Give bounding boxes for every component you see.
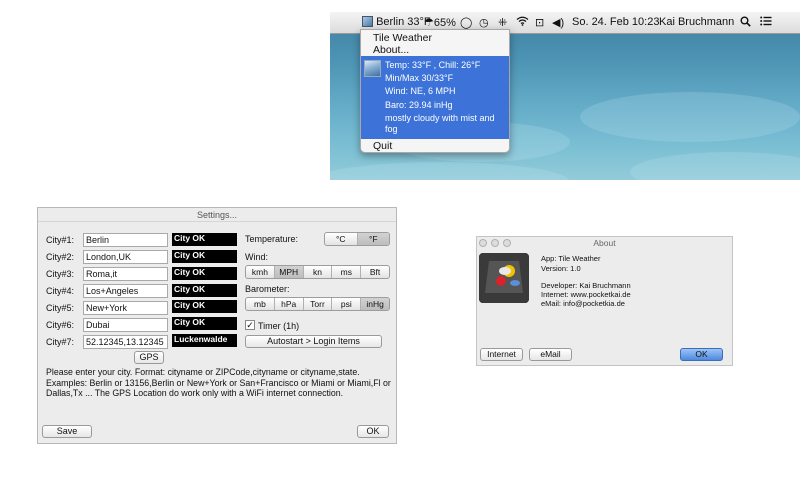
city7-input[interactable]: 52.12345,13.12345 <box>83 335 168 349</box>
about-app-name: App: Tile Weather <box>541 254 601 263</box>
umbrella-icon: ☂ <box>424 17 434 29</box>
about-title: About <box>593 238 616 248</box>
condition-info: mostly cloudy with mist and fog <box>385 113 495 134</box>
city2-status: City OK <box>172 250 237 263</box>
city1-status: City OK <box>172 233 237 246</box>
city5-input[interactable]: New+York <box>83 301 168 315</box>
min-max-info: Min/Max 30/33°F <box>385 73 454 83</box>
about-ok-button[interactable]: OK <box>680 348 723 361</box>
city2-label: City#2: <box>46 252 75 262</box>
about-internet: Internet: www.pocketkai.de <box>541 290 631 299</box>
weather-thumbnail-icon <box>362 16 373 27</box>
notification-center-icon[interactable] <box>760 16 772 29</box>
menu-item-quit[interactable]: Quit <box>373 140 392 152</box>
baro-hpa[interactable]: hPa <box>275 298 304 310</box>
about-window: About App: Tile Weather Version: 1.0 Dev… <box>476 236 733 366</box>
time-machine-icon[interactable]: ◷ <box>479 16 489 29</box>
city4-input[interactable]: Los+Angeles <box>83 284 168 298</box>
about-version: Version: 1.0 <box>541 264 581 273</box>
baro-info: Baro: 29.94 inHg <box>385 100 453 110</box>
menu-item-tile-weather[interactable]: Tile Weather <box>373 32 432 44</box>
city6-input[interactable]: Dubai <box>83 318 168 332</box>
weather-dropdown-menu: Tile Weather About... Temp: 33°F , Chill… <box>360 29 510 153</box>
unit-celsius[interactable]: °C <box>325 233 358 245</box>
wind-ms[interactable]: ms <box>332 266 362 278</box>
temperature-unit-control: °C °F <box>324 232 390 246</box>
city1-input[interactable]: Berlin <box>83 233 168 247</box>
city3-label: City#3: <box>46 269 75 279</box>
weather-details-highlight[interactable]: Temp: 33°F , Chill: 26°F Min/Max 30/33°F… <box>361 56 509 139</box>
spotlight-search-icon[interactable] <box>740 16 751 30</box>
city6-label: City#6: <box>46 320 75 330</box>
app-icon <box>479 253 529 303</box>
wind-kmh[interactable]: kmh <box>246 266 275 278</box>
zoom-window-icon[interactable] <box>503 239 511 247</box>
timer-label: Timer (1h) <box>258 321 300 331</box>
city2-input[interactable]: London,UK <box>83 250 168 264</box>
desktop-screenshot: Berlin 33°F ☂65% ◯ ◷ ⁜ ⊡ ◀) So. 24. Feb … <box>330 12 800 180</box>
help-text: Please enter your city. Format: cityname… <box>46 367 391 398</box>
weather-status-text: Berlin 33°F <box>376 16 431 28</box>
wind-mph[interactable]: MPH <box>274 266 304 278</box>
gps-button[interactable]: GPS <box>134 351 164 364</box>
baro-inhg[interactable]: inHg <box>361 298 389 310</box>
city4-label: City#4: <box>46 286 75 296</box>
wifi-icon[interactable] <box>516 16 529 29</box>
temperature-label: Temperature: <box>245 234 299 244</box>
city7-status: Luckenwalde <box>172 334 237 347</box>
settings-window: Settings... City#1: Berlin City OK City#… <box>37 207 397 444</box>
autostart-button[interactable]: Autostart > Login Items <box>245 335 382 348</box>
city7-label: City#7: <box>46 337 75 347</box>
battery-status[interactable]: ☂65% <box>424 16 456 29</box>
wind-unit-control: kmh MPH kn ms Bft <box>245 265 390 279</box>
close-window-icon[interactable] <box>479 239 487 247</box>
wind-label: Wind: <box>245 252 269 262</box>
unit-fahrenheit[interactable]: °F <box>357 233 389 245</box>
weather-status-item[interactable]: Berlin 33°F <box>362 16 431 28</box>
temperature-info: Temp: 33°F , Chill: 26°F <box>385 60 481 70</box>
baro-psi[interactable]: psi <box>332 298 362 310</box>
about-developer: Developer: Kai Bruchmann <box>541 281 631 290</box>
ok-button[interactable]: OK <box>357 425 389 438</box>
timer-checkbox[interactable]: ✓ <box>245 320 255 330</box>
user-menu[interactable]: Kai Bruchmann <box>659 16 734 28</box>
city5-status: City OK <box>172 300 237 313</box>
wind-info: Wind: NE, 6 MPH <box>385 86 456 96</box>
city1-label: City#1: <box>46 235 75 245</box>
clock-datetime[interactable]: So. 24. Feb 10:23 <box>572 16 659 28</box>
baro-mb[interactable]: mb <box>246 298 275 310</box>
city6-status: City OK <box>172 317 237 330</box>
city3-status: City OK <box>172 267 237 280</box>
city3-input[interactable]: Roma,it <box>83 267 168 281</box>
barometer-unit-control: mb hPa Torr psi inHg <box>245 297 390 311</box>
wind-bft[interactable]: Bft <box>361 266 389 278</box>
email-button[interactable]: eMail <box>529 348 572 361</box>
input-menu-icon[interactable]: ⊡ <box>535 16 544 29</box>
wind-kn[interactable]: kn <box>304 266 333 278</box>
about-email: eMail: info@pocketkia.de <box>541 299 625 308</box>
weather-condition-icon <box>364 60 381 77</box>
bluetooth-icon[interactable]: ⁜ <box>498 16 507 29</box>
volume-icon[interactable]: ◀) <box>552 16 564 29</box>
chat-bubble-icon[interactable]: ◯ <box>460 16 472 29</box>
city4-status: City OK <box>172 284 237 297</box>
menu-item-about[interactable]: About... <box>373 44 409 56</box>
internet-button[interactable]: Internet <box>480 348 523 361</box>
minimize-window-icon[interactable] <box>491 239 499 247</box>
save-button[interactable]: Save <box>42 425 92 438</box>
settings-title: Settings... <box>38 208 396 222</box>
baro-torr[interactable]: Torr <box>304 298 333 310</box>
barometer-label: Barometer: <box>245 284 290 294</box>
city5-label: City#5: <box>46 303 75 313</box>
